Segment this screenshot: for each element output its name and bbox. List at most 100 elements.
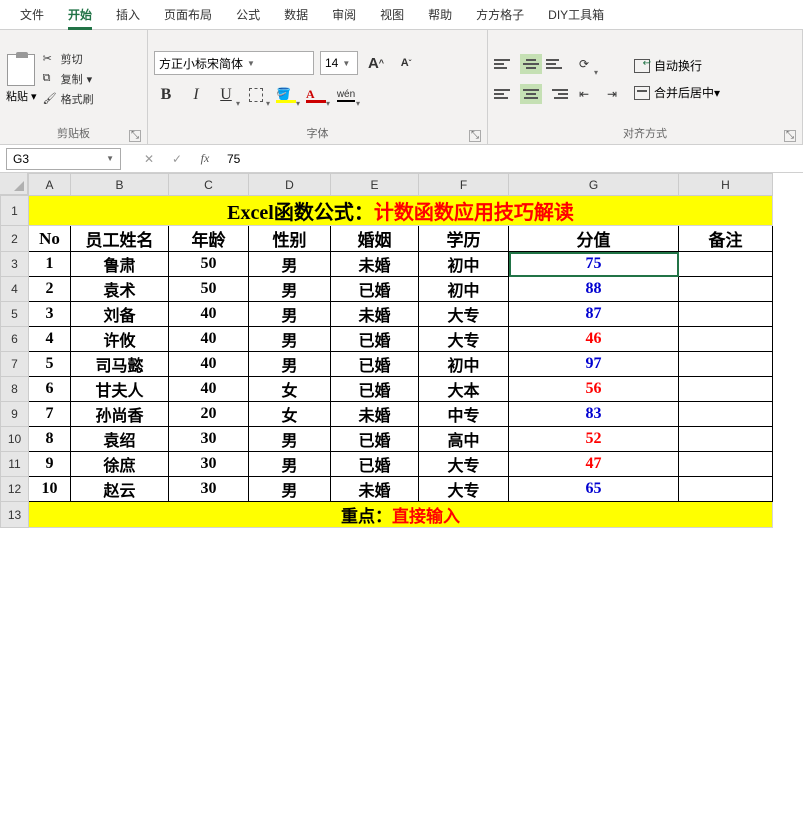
cell-name[interactable]: 袁绍 xyxy=(71,427,169,452)
row-header-12[interactable]: 12 xyxy=(1,477,29,502)
cell-sex[interactable]: 男 xyxy=(249,277,331,302)
cell-name[interactable]: 许攸 xyxy=(71,327,169,352)
cell-value[interactable]: 88 xyxy=(509,277,679,302)
cell-name[interactable]: 司马懿 xyxy=(71,352,169,377)
font-size-select[interactable]: 14▼ xyxy=(320,51,358,75)
increase-font-button[interactable]: A^ xyxy=(364,51,388,75)
cell-marriage[interactable]: 已婚 xyxy=(331,327,419,352)
increase-indent-button[interactable]: ⇥ xyxy=(600,82,624,106)
cell-sex[interactable]: 男 xyxy=(249,477,331,502)
align-center-button[interactable] xyxy=(520,84,542,104)
cell-remark[interactable] xyxy=(679,352,773,377)
cell-sex[interactable]: 男 xyxy=(249,427,331,452)
cell-education[interactable]: 高中 xyxy=(419,427,509,452)
cell-value[interactable]: 46 xyxy=(509,327,679,352)
enter-button[interactable]: ✓ xyxy=(163,148,191,170)
select-all-corner[interactable] xyxy=(0,173,28,195)
cell-no[interactable]: 8 xyxy=(29,427,71,452)
table-header[interactable]: No xyxy=(29,226,71,252)
cell-age[interactable]: 30 xyxy=(169,452,249,477)
cell-name[interactable]: 甘夫人 xyxy=(71,377,169,402)
cell-age[interactable]: 40 xyxy=(169,377,249,402)
row-header-4[interactable]: 4 xyxy=(1,277,29,302)
cell-remark[interactable] xyxy=(679,252,773,277)
table-header[interactable]: 学历 xyxy=(419,226,509,252)
cell-remark[interactable] xyxy=(679,302,773,327)
row-header-13[interactable]: 13 xyxy=(1,502,29,528)
row-header-7[interactable]: 7 xyxy=(1,352,29,377)
menu-DIY工具箱[interactable]: DIY工具箱 xyxy=(536,0,616,30)
footer-cell[interactable]: 重点：直接输入 xyxy=(29,502,773,528)
cell-remark[interactable] xyxy=(679,402,773,427)
col-header-A[interactable]: A xyxy=(29,174,71,196)
bold-button[interactable]: B xyxy=(154,83,178,107)
border-button[interactable] xyxy=(244,83,268,107)
align-left-button[interactable] xyxy=(494,84,516,104)
row-header-1[interactable]: 1 xyxy=(1,196,29,226)
col-header-E[interactable]: E xyxy=(331,174,419,196)
cell-remark[interactable] xyxy=(679,327,773,352)
cell-no[interactable]: 1 xyxy=(29,252,71,277)
cell-age[interactable]: 40 xyxy=(169,302,249,327)
cell-no[interactable]: 4 xyxy=(29,327,71,352)
cell-value[interactable]: 56 xyxy=(509,377,679,402)
cell-remark[interactable] xyxy=(679,477,773,502)
table-header[interactable]: 员工姓名 xyxy=(71,226,169,252)
merge-center-button[interactable]: 合并后居中 ▾ xyxy=(634,84,720,101)
table-header[interactable]: 年龄 xyxy=(169,226,249,252)
cell-remark[interactable] xyxy=(679,452,773,477)
spreadsheet-grid[interactable]: ABCDEFGH1Excel函数公式：计数函数应用技巧解读2No员工姓名年龄性别… xyxy=(0,173,803,528)
cell-marriage[interactable]: 已婚 xyxy=(331,452,419,477)
align-middle-button[interactable] xyxy=(520,54,542,74)
cell-age[interactable]: 30 xyxy=(169,427,249,452)
table-header[interactable]: 婚姻 xyxy=(331,226,419,252)
cell-no[interactable]: 5 xyxy=(29,352,71,377)
align-launcher[interactable]: ⤡ xyxy=(784,130,796,142)
align-bottom-button[interactable] xyxy=(546,54,568,74)
cell-age[interactable]: 40 xyxy=(169,352,249,377)
table-header[interactable]: 性别 xyxy=(249,226,331,252)
menu-公式[interactable]: 公式 xyxy=(224,0,272,30)
menu-文件[interactable]: 文件 xyxy=(8,0,56,30)
cell-marriage[interactable]: 已婚 xyxy=(331,277,419,302)
cell-sex[interactable]: 男 xyxy=(249,327,331,352)
font-color-button[interactable]: A xyxy=(304,83,328,107)
cell-sex[interactable]: 男 xyxy=(249,252,331,277)
insert-function-button[interactable]: fx xyxy=(191,148,219,170)
copy-button[interactable]: ⧉复制 ▾ xyxy=(43,71,94,87)
wrap-text-button[interactable]: 自动换行 xyxy=(634,57,720,74)
decrease-indent-button[interactable]: ⇤ xyxy=(572,82,596,106)
cell-name[interactable]: 孙尚香 xyxy=(71,402,169,427)
cell-value[interactable]: 97 xyxy=(509,352,679,377)
cell-name[interactable]: 刘备 xyxy=(71,302,169,327)
cell-age[interactable]: 50 xyxy=(169,277,249,302)
col-header-D[interactable]: D xyxy=(249,174,331,196)
cell-name[interactable]: 鲁肃 xyxy=(71,252,169,277)
menu-页面布局[interactable]: 页面布局 xyxy=(152,0,224,30)
align-right-button[interactable] xyxy=(546,84,568,104)
table-header[interactable]: 备注 xyxy=(679,226,773,252)
menu-开始[interactable]: 开始 xyxy=(56,0,104,30)
row-header-9[interactable]: 9 xyxy=(1,402,29,427)
cell-marriage[interactable]: 已婚 xyxy=(331,352,419,377)
cancel-button[interactable]: ✕ xyxy=(135,148,163,170)
menu-方方格子[interactable]: 方方格子 xyxy=(464,0,536,30)
table-header[interactable]: 分值 xyxy=(509,226,679,252)
cell-no[interactable]: 9 xyxy=(29,452,71,477)
cell-marriage[interactable]: 已婚 xyxy=(331,377,419,402)
col-header-C[interactable]: C xyxy=(169,174,249,196)
cell-age[interactable]: 20 xyxy=(169,402,249,427)
row-header-5[interactable]: 5 xyxy=(1,302,29,327)
italic-button[interactable]: I xyxy=(184,83,208,107)
cell-value[interactable]: 87 xyxy=(509,302,679,327)
cell-no[interactable]: 3 xyxy=(29,302,71,327)
cell-value[interactable]: 83 xyxy=(509,402,679,427)
cell-value[interactable]: 75 xyxy=(509,252,679,277)
cell-marriage[interactable]: 未婚 xyxy=(331,252,419,277)
cell-remark[interactable] xyxy=(679,277,773,302)
underline-button[interactable]: U xyxy=(214,83,238,107)
cell-name[interactable]: 徐庶 xyxy=(71,452,169,477)
row-header-3[interactable]: 3 xyxy=(1,252,29,277)
cell-marriage[interactable]: 未婚 xyxy=(331,477,419,502)
row-header-11[interactable]: 11 xyxy=(1,452,29,477)
